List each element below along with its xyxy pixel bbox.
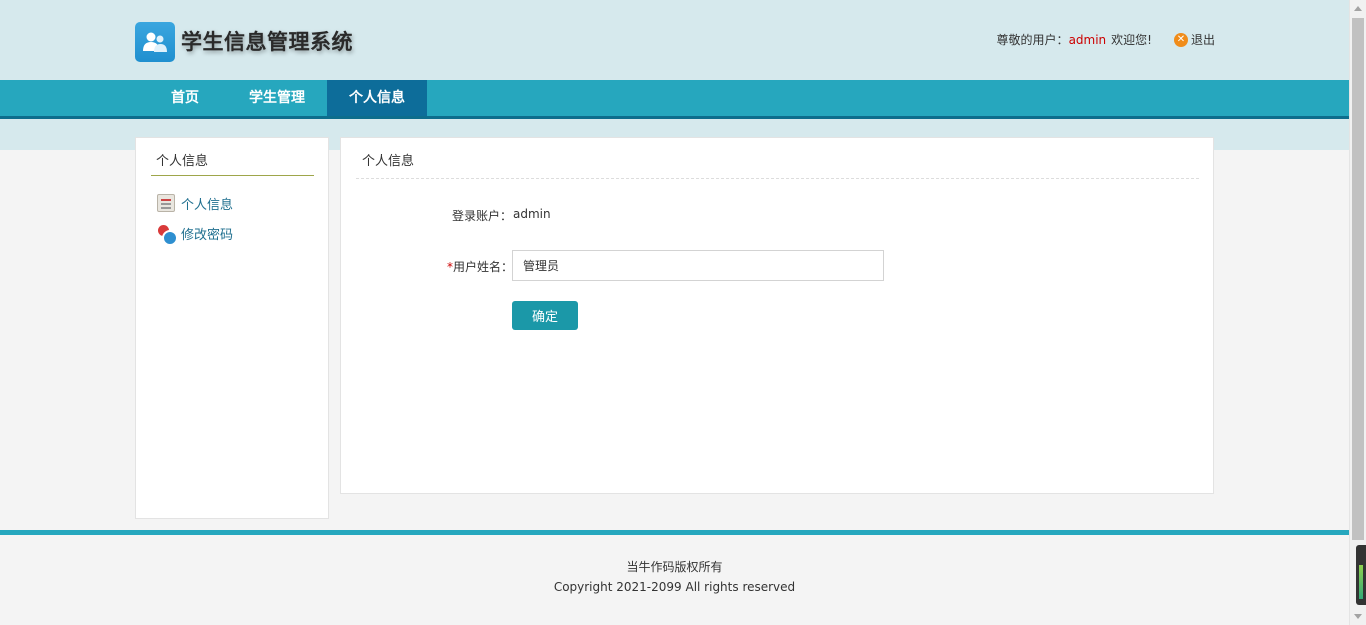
footer-copyright-en: Copyright 2021-2099 All rights reserved (553, 580, 796, 594)
sidebar-list: 个人信息 修改密码 (157, 188, 233, 248)
username: admin (1068, 32, 1107, 47)
scrollbar-thumb[interactable] (1352, 18, 1364, 540)
document-list-icon (157, 194, 175, 212)
name-label: 用户姓名： (453, 260, 514, 274)
user-lock-icon (157, 224, 178, 246)
sidebar-item-label: 修改密码 (181, 227, 234, 243)
app-title: 学生信息管理系统 (181, 30, 353, 54)
account-label: 登录账户： (452, 209, 513, 223)
sidebar-item-label: 个人信息 (181, 197, 234, 213)
navbar: 首页 学生管理 个人信息 (0, 80, 1349, 119)
sidebar-item-change-password[interactable]: 修改密码 (157, 218, 233, 248)
greeting-prefix: 尊敬的用户： (996, 33, 1069, 47)
footer-divider (0, 530, 1349, 535)
scroll-up-icon[interactable] (1354, 6, 1362, 11)
logo-icon (135, 22, 175, 62)
greeting-suffix: 欢迎您! (1111, 33, 1152, 47)
main-panel: 个人信息 登录账户： admin *用户姓名： 确定 (340, 137, 1214, 494)
nav-personal-info[interactable]: 个人信息 (327, 80, 427, 116)
user-area: 尊敬的用户： admin 欢迎您! ✕ 退出 (997, 31, 1215, 48)
name-label-group: *用户姓名： (447, 258, 513, 275)
page-title: 个人信息 (356, 150, 1199, 179)
footer-copyright-cn: 当牛作码版权所有 (626, 560, 723, 574)
account-value: admin (513, 207, 551, 221)
side-widget-icon[interactable] (1356, 545, 1366, 605)
logout-link[interactable]: ✕ 退出 (1173, 31, 1215, 48)
name-input[interactable] (512, 250, 884, 281)
close-circle-icon: ✕ (1173, 32, 1188, 47)
nav-student-management[interactable]: 学生管理 (227, 80, 327, 116)
sidebar: 个人信息 个人信息 修改密码 (135, 137, 329, 519)
vertical-scrollbar[interactable] (1349, 0, 1366, 625)
submit-button[interactable]: 确定 (512, 301, 578, 330)
scroll-down-icon[interactable] (1354, 614, 1362, 619)
sidebar-item-personal-info[interactable]: 个人信息 (157, 188, 233, 218)
header: 学生信息管理系统 尊敬的用户： admin 欢迎您! ✕ 退出 (135, 0, 1215, 80)
nav-home[interactable]: 首页 (135, 80, 227, 116)
sidebar-title: 个人信息 (151, 150, 314, 176)
logout-label: 退出 (1190, 33, 1215, 47)
